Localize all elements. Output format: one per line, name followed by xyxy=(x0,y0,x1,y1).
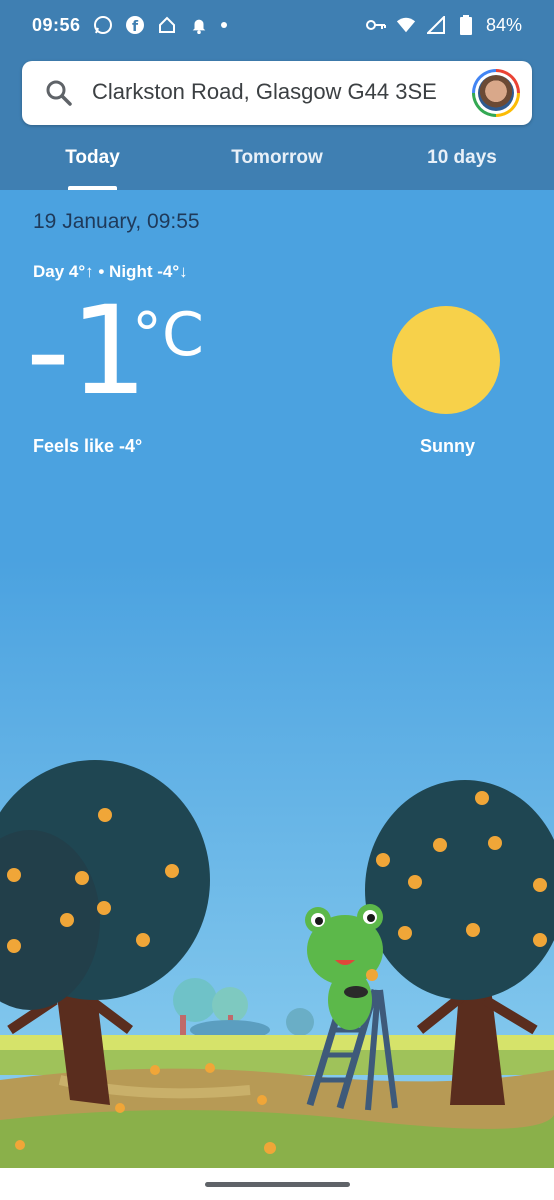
forecast-tabs: Today Tomorrow 10 days xyxy=(0,135,554,190)
search-icon[interactable] xyxy=(44,78,74,108)
avatar-face xyxy=(478,75,514,111)
temperature-unit: °C xyxy=(132,300,204,370)
notification-bell-icon xyxy=(189,15,209,35)
day-night-temps: Day 4°↑ • Night -4°↓ xyxy=(33,262,188,281)
gesture-nav-handle[interactable] xyxy=(205,1182,350,1187)
tab-today[interactable]: Today xyxy=(40,147,145,169)
svg-text:f: f xyxy=(132,19,139,35)
status-right: 84% xyxy=(365,14,522,36)
location-text[interactable]: Clarkston Road, Glasgow G44 3SE xyxy=(92,79,437,105)
avatar-photo xyxy=(475,72,517,114)
battery-icon xyxy=(456,15,476,35)
signal-icon xyxy=(426,15,446,35)
sun-icon xyxy=(392,306,500,414)
observation-datetime: 19 January, 09:55 xyxy=(33,210,200,233)
status-bar: 09:56 f 84% xyxy=(0,0,554,50)
current-temperature: -1 xyxy=(26,280,148,422)
selected-tab-indicator xyxy=(68,186,117,190)
feels-like: Feels like -4° xyxy=(33,436,143,456)
weather-condition: Sunny xyxy=(420,436,476,456)
vpn-key-icon xyxy=(365,15,386,35)
location-search-bar[interactable]: Clarkston Road, Glasgow G44 3SE xyxy=(22,61,532,125)
avatar[interactable] xyxy=(472,69,520,117)
dot-icon xyxy=(220,22,227,28)
status-time: 09:56 xyxy=(32,14,81,35)
weather-screen: 09:56 f 84% Clarkston Road, Glasgow G44 … xyxy=(0,0,554,1200)
facebook-icon: f xyxy=(125,15,145,35)
whatsapp-icon xyxy=(93,15,113,35)
tab-10-days[interactable]: 10 days xyxy=(410,147,514,169)
weather-illustration xyxy=(0,560,554,1170)
header: 09:56 f 84% Clarkston Road, Glasgow G44 … xyxy=(0,0,554,190)
wifi-icon xyxy=(396,15,416,35)
home-icon xyxy=(157,15,177,35)
status-left: 09:56 f xyxy=(32,15,227,36)
battery-percent: 84% xyxy=(485,14,522,35)
tab-tomorrow[interactable]: Tomorrow xyxy=(212,147,342,169)
